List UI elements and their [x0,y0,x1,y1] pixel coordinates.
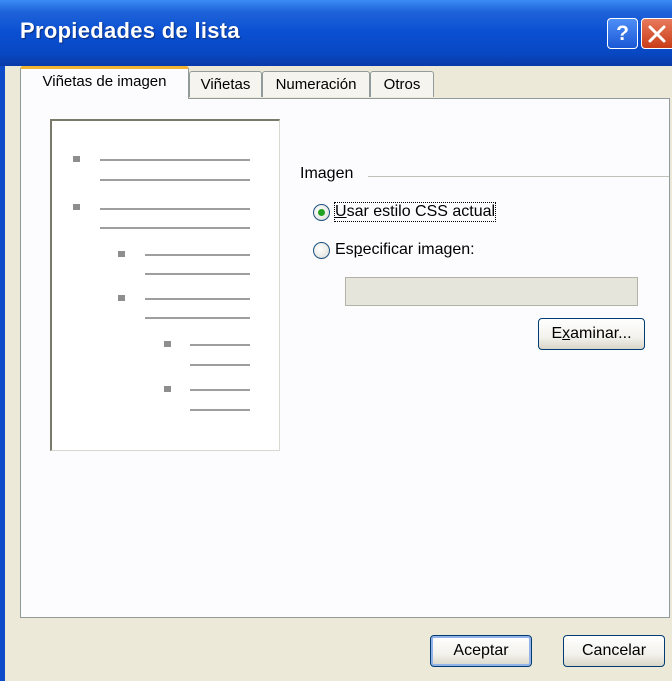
tab-numbering[interactable]: Numeración [262,71,370,97]
preview-line [190,364,250,366]
preview-line [100,227,250,229]
browse-button[interactable]: Examinar... [538,318,645,350]
preview-line [145,317,250,319]
specify-image-radio[interactable] [313,241,330,259]
list-preview [50,119,280,451]
cancel-button[interactable]: Cancelar [563,635,665,667]
window-frame [0,66,5,681]
use-css-radio[interactable] [313,203,330,221]
preview-bullet [118,251,125,257]
preview-bullet [118,295,125,301]
title-bar[interactable]: Propiedades de lista ? [0,0,672,66]
preview-line [145,298,250,300]
preview-bullet [73,204,80,210]
list-properties-dialog: Propiedades de lista ? Viñetas de imagen… [0,0,672,681]
ok-button[interactable]: Aceptar [430,635,532,667]
preview-line [145,254,250,256]
preview-bullet [164,341,171,347]
image-path-input[interactable] [345,277,638,306]
preview-bullet [164,386,171,392]
close-button[interactable] [641,18,672,49]
tab-panel: Imagen Usar estilo CSS actual Especifica… [20,98,670,618]
image-group-label: Imagen [300,165,354,182]
preview-line [190,344,250,346]
specify-image-label: Especificar imagen: [335,241,475,258]
preview-bullet [73,156,80,162]
preview-line [100,208,250,210]
help-icon: ? [616,22,629,45]
preview-line [100,179,250,181]
use-css-label: Usar estilo CSS actual [333,202,497,222]
specify-image-option[interactable]: Especificar imagen: [313,241,475,259]
preview-line [100,159,250,161]
preview-line [145,273,250,275]
tab-image-bullets[interactable]: Viñetas de imagen [20,66,189,99]
tab-other[interactable]: Otros [370,71,434,97]
window-title: Propiedades de lista [20,18,240,43]
group-divider [368,176,669,177]
tab-bullets[interactable]: Viñetas [189,71,262,97]
help-button[interactable]: ? [607,18,638,49]
radio-selected-dot [318,208,325,216]
close-icon [648,25,666,43]
preview-line [190,409,250,411]
preview-line [190,389,250,391]
use-css-option[interactable]: Usar estilo CSS actual [313,202,497,222]
